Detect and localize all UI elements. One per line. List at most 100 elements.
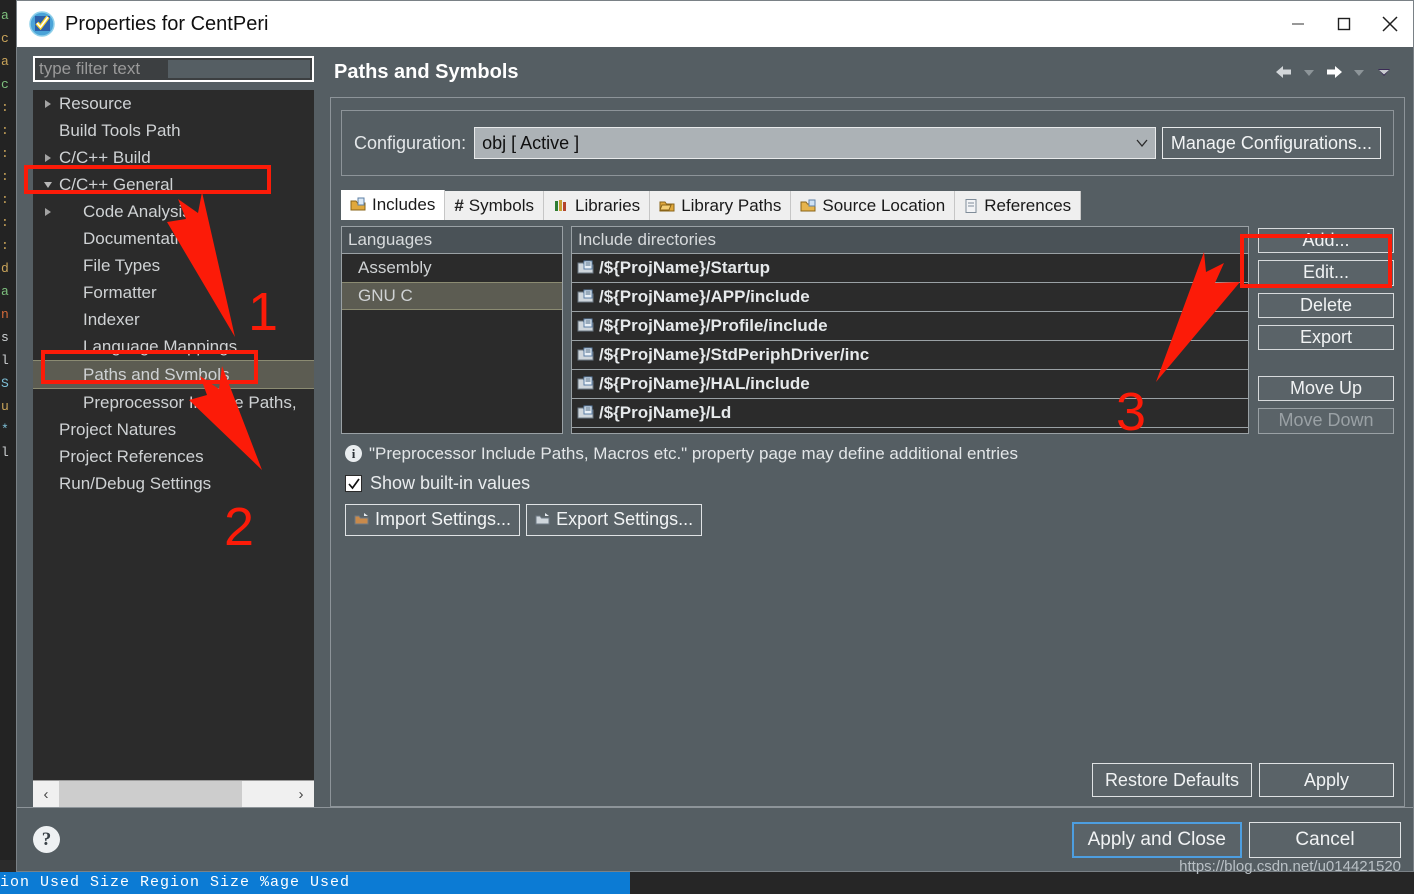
sidebar-item-label: Project References <box>59 447 204 467</box>
sidebar-item-formatter[interactable]: Formatter <box>33 279 314 306</box>
minimize-icon[interactable] <box>1275 1 1321 47</box>
include-directory-row[interactable]: /${ProjName}/Profile/include <box>572 312 1248 341</box>
folder-include-icon <box>577 376 596 392</box>
chevron-down-glyph <box>44 182 52 188</box>
sidebar-item-documentation[interactable]: Documentation <box>33 225 314 252</box>
help-icon[interactable]: ? <box>33 826 60 853</box>
sidebar-item-project-references[interactable]: Project References <box>33 443 314 470</box>
settings-tree[interactable]: Resource Build Tools Path C/C++ Build C/C++… <box>33 90 314 780</box>
sidebar-item-indexer[interactable]: Indexer <box>33 306 314 333</box>
move-up-button[interactable]: Move Up <box>1258 376 1394 401</box>
include-directories-header: Include directories <box>571 226 1249 254</box>
back-chevron-down-icon[interactable] <box>1298 61 1320 83</box>
sidebar-item-language-mappings[interactable]: Language Mappings <box>33 333 314 360</box>
include-directory-row[interactable]: /${ProjName}/StdPeriphDriver/inc <box>572 341 1248 370</box>
tab-includes[interactable]: Includes <box>341 190 445 220</box>
background-status-dark <box>630 872 1414 894</box>
info-icon: i <box>345 445 362 462</box>
sidebar-item-code-analysis[interactable]: Code Analysis <box>33 198 314 225</box>
dialog-body: type filter text Resource Build Tools Pat… <box>17 47 1413 807</box>
back-arrow-icon[interactable] <box>1273 61 1295 83</box>
sidebar-item-label: C/C++ Build <box>59 148 151 168</box>
import-settings-button[interactable]: Import Settings... <box>345 504 520 536</box>
sidebar-item-run-debug-settings[interactable]: Run/Debug Settings <box>33 470 314 497</box>
include-directory-row[interactable]: /${ProjName}/Ld <box>572 399 1248 428</box>
chevron-down-icon <box>1129 138 1155 148</box>
scroll-track[interactable] <box>59 781 288 807</box>
sidebar-item-resource[interactable]: Resource <box>33 90 314 117</box>
configuration-group: Configuration: obj [ Active ] Manage Con… <box>341 110 1394 176</box>
apply-and-close-button[interactable]: Apply and Close <box>1072 822 1242 858</box>
include-directory-row[interactable]: /${ProjName}/Startup <box>572 254 1248 283</box>
tab-label: Includes <box>372 195 435 215</box>
include-directory-row[interactable]: /${ProjName}/APP/include <box>572 283 1248 312</box>
forward-arrow-icon[interactable] <box>1323 61 1345 83</box>
filter-fill <box>168 60 310 78</box>
include-directories-list[interactable]: /${ProjName}/Startup /${ProjName}/APP/inc… <box>571 254 1249 434</box>
languages-list[interactable]: AssemblyGNU C <box>341 254 563 434</box>
tab-library-paths[interactable]: Library Paths <box>650 191 791 220</box>
language-item[interactable]: GNU C <box>342 282 562 310</box>
settings-content: Paths and Symbols <box>322 47 1413 807</box>
configuration-label: Configuration: <box>354 133 466 154</box>
configuration-row: Configuration: obj [ Active ] Manage Con… <box>354 127 1381 159</box>
apply-row: Restore Defaults Apply <box>331 755 1404 806</box>
forward-chevron-down-icon[interactable] <box>1348 61 1370 83</box>
include-directory-label: /${ProjName}/Profile/include <box>599 316 828 336</box>
language-item[interactable]: Assembly <box>342 254 562 282</box>
cancel-button[interactable]: Cancel <box>1249 822 1401 858</box>
content-frame: Configuration: obj [ Active ] Manage Con… <box>330 97 1405 807</box>
include-directory-label: /${ProjName}/Startup <box>599 258 770 278</box>
configuration-select[interactable]: obj [ Active ] <box>474 127 1156 159</box>
scroll-left-icon[interactable]: ‹ <box>33 781 59 807</box>
folder-include-icon <box>577 318 596 334</box>
scroll-right-icon[interactable]: › <box>288 781 314 807</box>
import-icon <box>354 512 370 527</box>
include-directory-row[interactable]: /${ProjName}/LIB <box>572 428 1248 434</box>
tab-symbols[interactable]: #Symbols <box>445 191 544 220</box>
close-icon[interactable] <box>1367 1 1413 47</box>
sidebar-item-file-types[interactable]: File Types <box>33 252 314 279</box>
sidebar-horizontal-scrollbar[interactable]: ‹ › <box>33 780 314 807</box>
sidebar-item-preprocessor-include-paths[interactable]: Preprocessor Include Paths, <box>33 389 314 416</box>
sidebar-item-label: Formatter <box>59 283 157 303</box>
include-directory-row[interactable]: /${ProjName}/HAL/include <box>572 370 1248 399</box>
sidebar-item-build-tools-path[interactable]: Build Tools Path <box>33 117 314 144</box>
show-builtin-row[interactable]: Show built-in values <box>345 473 1394 494</box>
sidebar-item-c-c-build[interactable]: C/C++ Build <box>33 144 314 171</box>
settings-button-label: Export Settings... <box>556 509 693 530</box>
delete-button[interactable]: Delete <box>1258 293 1394 318</box>
info-note-text: "Preprocessor Include Paths, Macros etc.… <box>369 444 1018 464</box>
filter-input[interactable]: type filter text <box>33 56 314 82</box>
sidebar-item-label: Resource <box>59 94 132 114</box>
info-note-row: i "Preprocessor Include Paths, Macros et… <box>345 444 1394 464</box>
sidebar-item-label: C/C++ General <box>59 175 173 195</box>
show-builtin-checkbox[interactable] <box>345 475 362 492</box>
export-button[interactable]: Export <box>1258 325 1394 350</box>
manage-configurations-button[interactable]: Manage Configurations... <box>1162 127 1381 159</box>
view-menu-icon[interactable] <box>1373 61 1395 83</box>
sidebar-item-label: Run/Debug Settings <box>59 474 211 494</box>
folder-icon <box>659 198 676 214</box>
sidebar-item-project-natures[interactable]: Project Natures <box>33 416 314 443</box>
scroll-thumb[interactable] <box>59 781 242 807</box>
export-settings-button[interactable]: Export Settings... <box>526 504 702 536</box>
restore-defaults-button[interactable]: Restore Defaults <box>1092 763 1252 797</box>
edit-button[interactable]: Edit... <box>1258 260 1394 285</box>
tab-libraries[interactable]: Libraries <box>544 191 650 220</box>
sidebar-item-label: Paths and Symbols <box>59 365 229 385</box>
sidebar-item-paths-and-symbols[interactable]: Paths and Symbols <box>33 360 314 389</box>
apply-button[interactable]: Apply <box>1259 763 1394 797</box>
tab-references[interactable]: References <box>955 191 1081 220</box>
tab-label: References <box>984 196 1071 216</box>
sidebar-item-label: Indexer <box>59 310 140 330</box>
languages-panel: Languages AssemblyGNU C <box>341 226 563 434</box>
chevron-right-glyph <box>45 100 51 108</box>
sidebar-item-c-c-general[interactable]: C/C++ General <box>33 171 314 198</box>
tab-source-location[interactable]: Source Location <box>791 191 955 220</box>
add-button[interactable]: Add... <box>1258 228 1394 253</box>
hash-icon: # <box>454 196 463 216</box>
tab-bar[interactable]: Includes #SymbolsLibrariesLibrary PathsSo… <box>341 190 1394 220</box>
maximize-icon[interactable] <box>1321 1 1367 47</box>
chevron-right-glyph <box>45 154 51 162</box>
